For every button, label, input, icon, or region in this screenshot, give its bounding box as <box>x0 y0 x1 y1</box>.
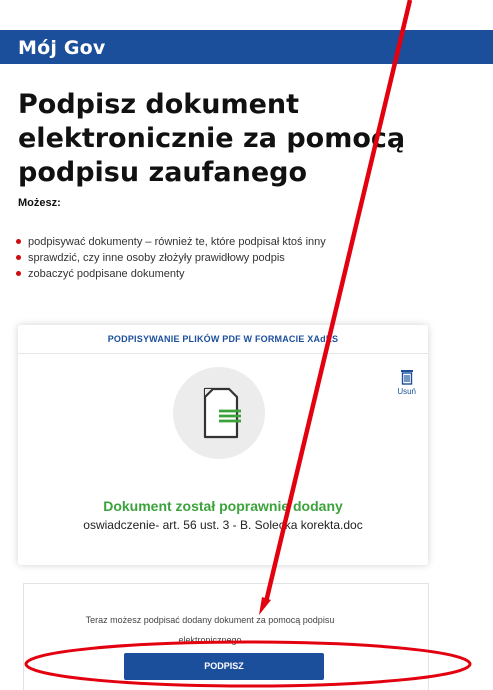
document-icon-container <box>173 367 265 459</box>
sign-instructions: Teraz możesz podpisać dodany dokument za… <box>85 615 335 645</box>
list-item: zobaczyć podpisane dokumenty <box>14 266 326 282</box>
sign-button[interactable]: PODPISZ <box>124 653 324 680</box>
file-name: oswiadczenie- art. 56 ust. 3 - B. Soleck… <box>83 518 363 532</box>
trash-icon <box>400 370 413 385</box>
brand-logo[interactable]: Mój Gov <box>18 37 106 59</box>
card-heading: PODPISYWANIE PLIKÓW PDF W FORMACIE XAdES <box>18 325 428 354</box>
page-title: Podpisz dokument elektronicznie za pomoc… <box>18 89 406 188</box>
header: Mój Gov <box>0 0 493 66</box>
list-item: sprawdzić, czy inne osoby złożyły prawid… <box>14 250 326 266</box>
lead-text: Możesz: <box>18 197 61 209</box>
status-message: Dokument został poprawnie dodany <box>103 498 343 514</box>
delete-button[interactable]: Usuń <box>397 369 416 396</box>
list-item: podpisywać dokumenty – również te, które… <box>14 234 326 250</box>
feature-list: podpisywać dokumenty – również te, które… <box>14 234 326 282</box>
delete-label: Usuń <box>397 387 416 396</box>
document-icon <box>203 387 241 439</box>
upload-card: PODPISYWANIE PLIKÓW PDF W FORMACIE XAdES… <box>18 325 428 565</box>
